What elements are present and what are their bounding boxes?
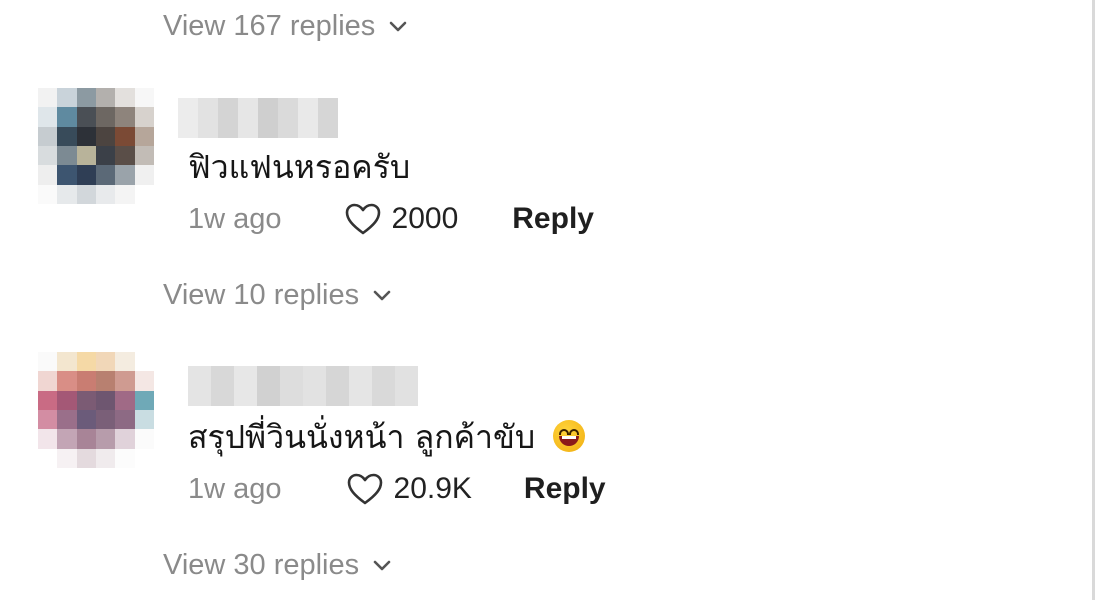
reply-button[interactable]: Reply [524, 472, 606, 506]
chevron-down-icon [373, 560, 391, 570]
comments-panel: View 167 replies ฟิวแฟนหรอครับ 1w ago 20… [0, 0, 1095, 600]
view-replies-button[interactable]: View 30 replies [163, 549, 391, 582]
chevron-down-icon [389, 21, 407, 31]
comment-text: ฟิวแฟนหรอครับ [188, 148, 411, 186]
comment-meta: 1w ago 2000 Reply [188, 202, 594, 236]
view-replies-label: View 10 replies [163, 279, 360, 311]
username-redacted[interactable] [188, 366, 418, 406]
comment-meta: 1w ago 20.9K Reply [188, 472, 606, 506]
view-replies-label: View 30 replies [163, 549, 360, 581]
comment-text: สรุปพี่วินนั่งหน้า ลูกค้าขับ [188, 412, 586, 463]
chevron-down-icon [373, 290, 391, 300]
like-button[interactable]: 20.9K [346, 472, 472, 506]
comment-text-content: สรุปพี่วินนั่งหน้า ลูกค้าขับ [188, 418, 536, 456]
view-replies-button[interactable]: View 167 replies [163, 10, 407, 43]
heart-icon [345, 203, 380, 235]
like-count: 20.9K [393, 472, 472, 505]
like-count: 2000 [391, 202, 459, 235]
reply-button[interactable]: Reply [512, 202, 594, 236]
avatar[interactable] [38, 352, 154, 468]
comment-timestamp: 1w ago [188, 202, 282, 235]
grinning-squinting-face-icon [553, 420, 586, 452]
like-button[interactable]: 2000 [344, 202, 459, 236]
heart-icon [347, 473, 382, 505]
avatar[interactable] [38, 88, 154, 204]
username-redacted[interactable] [178, 98, 338, 138]
view-replies-button[interactable]: View 10 replies [163, 279, 391, 312]
comment-timestamp: 1w ago [188, 472, 282, 505]
view-replies-label: View 167 replies [163, 10, 376, 42]
